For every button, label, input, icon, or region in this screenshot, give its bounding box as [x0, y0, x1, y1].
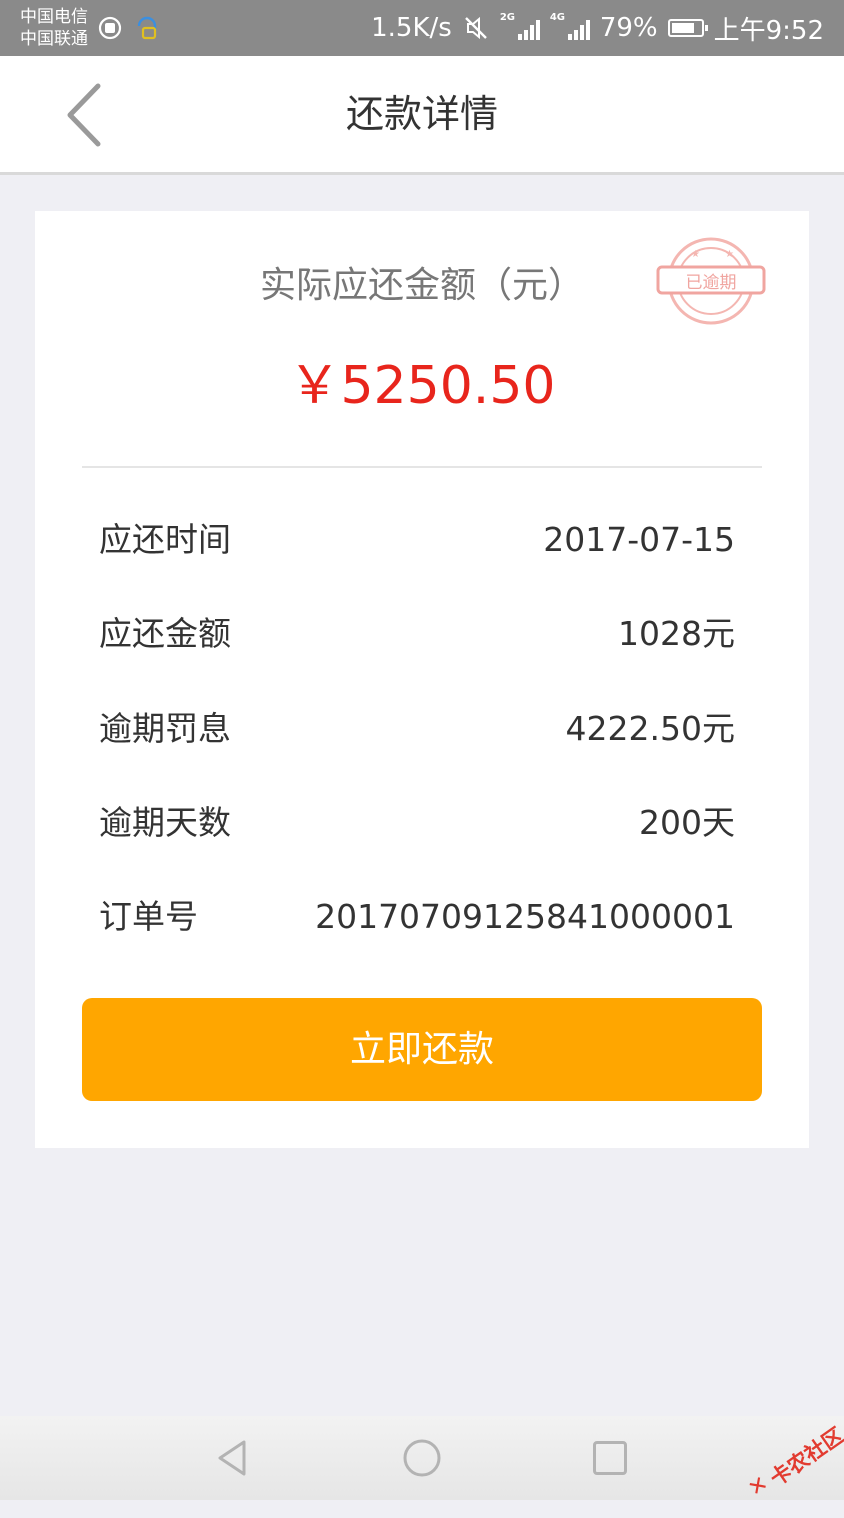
- detail-label: 逾期罚息: [99, 709, 231, 748]
- signal-2g-icon: 2G: [500, 12, 540, 40]
- svg-text:★: ★: [691, 249, 700, 260]
- system-navigation-bar: ✕ 卡农社区: [0, 1416, 844, 1502]
- detail-value: 2017-07-15: [543, 520, 735, 559]
- divider: [82, 466, 762, 468]
- navigation-bar: 还款详情: [0, 56, 844, 175]
- detail-value: 1028元: [618, 614, 735, 653]
- watermark-text: 卡农社区: [765, 1423, 844, 1491]
- detail-value: 200天: [639, 803, 735, 842]
- watermark: ✕ 卡农社区: [730, 1410, 844, 1518]
- detail-label: 订单号: [99, 897, 198, 936]
- detail-label: 应还时间: [99, 520, 231, 559]
- carrier-2: 中国联通: [20, 29, 88, 49]
- detail-row-due-date: 应还时间 2017-07-15: [99, 510, 735, 570]
- battery-icon: [667, 19, 708, 37]
- battery-percent: 79%: [599, 13, 658, 43]
- mute-icon: [464, 16, 487, 40]
- page-title: 还款详情: [345, 92, 498, 136]
- detail-row-overdue-days: 逾期天数 200天: [99, 793, 735, 853]
- pay-now-button[interactable]: 立即还款: [82, 998, 762, 1101]
- repayment-card: 实际应还金额（元） ★ ★ 已逾期 ￥5250.50 应还时间 2017-07-…: [35, 211, 809, 1148]
- clock: 上午9:52: [713, 15, 824, 46]
- vpn-person-icon: [137, 16, 157, 40]
- status-bar: 中国电信 中国联通 1.5K/s 2G 4G 79% 上午9:52: [0, 0, 844, 56]
- svg-text:★: ★: [725, 249, 734, 260]
- amount-value: ￥5250.50: [288, 356, 556, 416]
- detail-row-penalty: 逾期罚息 4222.50元: [99, 699, 735, 759]
- detail-value: 20170709125841000001: [315, 897, 735, 936]
- circle-home-icon[interactable]: [402, 1438, 442, 1478]
- hand-stop-icon: [98, 16, 122, 40]
- square-recent-icon[interactable]: [593, 1441, 627, 1475]
- detail-label: 应还金额: [99, 614, 231, 653]
- carrier-info: 中国电信 中国联通: [20, 6, 88, 50]
- triangle-back-icon[interactable]: [210, 1436, 258, 1480]
- detail-label: 逾期天数: [99, 803, 231, 842]
- stamp-text: 已逾期: [685, 273, 737, 293]
- detail-row-due-amount: 应还金额 1028元: [99, 604, 735, 664]
- overdue-stamp: ★ ★ 已逾期: [655, 235, 767, 327]
- detail-row-order-number: 订单号 20170709125841000001: [99, 887, 735, 947]
- signal-4g-icon: 4G: [550, 12, 590, 40]
- network-speed: 1.5K/s: [371, 13, 452, 43]
- carrier-1: 中国电信: [20, 7, 88, 27]
- detail-value: 4222.50元: [565, 709, 735, 748]
